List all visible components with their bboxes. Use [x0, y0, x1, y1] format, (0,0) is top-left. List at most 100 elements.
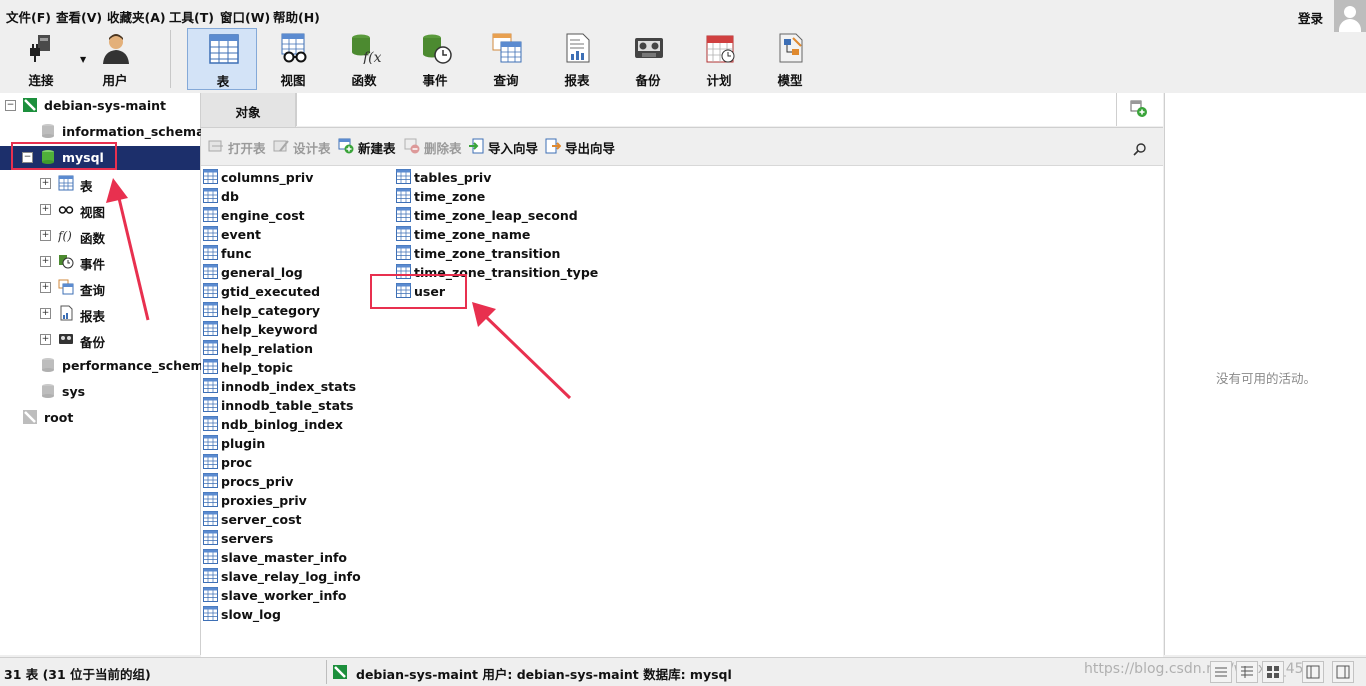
table-icon — [396, 226, 411, 241]
tree-db-information-schema[interactable]: information_schema — [0, 120, 205, 144]
table-icon — [203, 530, 218, 545]
user-label: 用户 — [102, 73, 128, 88]
tab-objects[interactable]: 对象 — [201, 93, 296, 127]
export-icon — [545, 138, 561, 154]
menu-window[interactable]: 窗口(W) — [220, 7, 270, 26]
event-clock-icon — [59, 255, 74, 269]
annotation-highlight-mysql — [11, 142, 117, 170]
connection-status: debian-sys-maint 用户: debian-sys-maint 数据… — [356, 667, 732, 682]
table-item-label: columns_priv — [221, 170, 314, 185]
database-gray-icon — [42, 124, 54, 138]
report-icon — [566, 33, 590, 63]
schedule-button[interactable]: 计划 — [684, 28, 754, 90]
database-gray-icon — [42, 384, 54, 398]
table-item-label: servers — [221, 531, 274, 546]
connect-button[interactable]: 连接 ▼ — [6, 28, 86, 90]
panel-left-icon — [1306, 665, 1320, 679]
table-icon — [203, 511, 218, 526]
plug-icon — [30, 35, 50, 62]
table-item-label: slave_master_info — [221, 550, 348, 565]
new-tab-button[interactable] — [1116, 93, 1163, 126]
report-button[interactable]: 报表 — [542, 28, 612, 90]
view-detail-button[interactable] — [1236, 661, 1258, 683]
model-button[interactable]: 模型 — [755, 28, 825, 90]
tree-item-functions[interactable]: + f() 函数 — [0, 224, 200, 248]
search-icon[interactable] — [1133, 142, 1147, 156]
table-icon — [396, 188, 411, 203]
expand-icon[interactable]: + — [40, 230, 51, 241]
no-activity-message: 没有可用的活动。 — [1215, 371, 1316, 386]
activity-panel: 没有可用的活动。 — [1164, 93, 1366, 655]
view-button[interactable]: 视图 — [258, 28, 328, 90]
tree-item-reports[interactable]: + 报表 — [0, 302, 200, 326]
table-item-label: help_keyword — [221, 322, 318, 337]
query-label: 查询 — [493, 73, 519, 88]
expand-icon[interactable]: + — [40, 308, 51, 319]
menu-file[interactable]: 文件(F) — [6, 7, 51, 26]
main-toolbar: 连接 ▼ 用户 表 视图 f(x 函数 事件 查询 报表 备份 计划 模型 — [0, 28, 1366, 92]
table-icon — [203, 302, 218, 317]
table-icon — [203, 169, 218, 184]
tree-label: performance_schema — [62, 358, 212, 373]
view-list-button[interactable] — [1210, 661, 1232, 683]
tree-label: 事件 — [80, 257, 106, 272]
delete-table-icon — [404, 138, 420, 154]
tree-item-queries[interactable]: + 查询 — [0, 276, 200, 300]
user-button[interactable]: 用户 — [80, 28, 150, 90]
table-item-label: ndb_binlog_index — [221, 417, 343, 432]
login-link[interactable]: 登录 — [1298, 8, 1323, 27]
tree-label: 报表 — [80, 309, 106, 324]
design-table-icon — [273, 140, 289, 152]
tree-item-events[interactable]: + 事件 — [0, 250, 200, 274]
view-glasses-icon — [281, 33, 307, 63]
tree-item-backups[interactable]: + 备份 — [0, 328, 200, 352]
tree-item-views[interactable]: + 视图 — [0, 198, 200, 222]
tree-item-tables[interactable]: + 表 — [0, 172, 200, 196]
table-button[interactable]: 表 — [187, 28, 257, 90]
function-button[interactable]: f(x) 函数 — [329, 28, 399, 90]
expand-icon[interactable]: + — [40, 204, 51, 215]
tree-db-sys[interactable]: sys — [0, 380, 200, 404]
collapse-icon[interactable]: − — [5, 100, 16, 111]
view-grid-button[interactable] — [1262, 661, 1284, 683]
table-icon — [203, 435, 218, 450]
menu-favorites[interactable]: 收藏夹(A) — [107, 7, 166, 26]
table-item-label: help_relation — [221, 341, 313, 356]
table-icon — [203, 568, 218, 583]
query-icon — [58, 279, 74, 295]
panel-right-icon — [1336, 665, 1350, 679]
expand-icon[interactable]: + — [40, 282, 51, 293]
expand-icon[interactable]: + — [40, 256, 51, 267]
expand-icon[interactable]: + — [40, 334, 51, 345]
table-icon — [58, 175, 74, 191]
design-table-label: 设计表 — [293, 141, 331, 156]
table-item-label: slave_relay_log_info — [221, 569, 361, 584]
query-button[interactable]: 查询 — [471, 28, 541, 90]
table-icon — [203, 226, 218, 241]
expand-icon[interactable]: + — [40, 178, 51, 189]
backup-tape-icon — [635, 38, 663, 58]
table-icon — [396, 169, 411, 184]
table-item-label: slow_log — [221, 607, 281, 622]
table-icon — [396, 207, 411, 222]
tree-connection-root[interactable]: root — [0, 406, 200, 430]
table-item-label: innodb_index_stats — [221, 379, 357, 394]
table-item-label: tables_priv — [414, 170, 492, 185]
toggle-info-button[interactable] — [1332, 661, 1354, 683]
toggle-sidebar-button[interactable] — [1302, 661, 1324, 683]
tab-strip: 对象 — [201, 93, 1163, 128]
object-toolbar: 打开表 设计表 新建表 删除表 导入向导 导出向导 — [201, 128, 1163, 164]
table-item-label: time_zone_leap_second — [414, 208, 578, 223]
table-icon — [203, 340, 218, 355]
tab-strip-empty — [296, 93, 1117, 126]
table-item-label: plugin — [221, 436, 266, 451]
menu-tools[interactable]: 工具(T) — [169, 7, 214, 26]
menu-view[interactable]: 查看(V) — [56, 7, 102, 26]
table-icon — [203, 454, 218, 469]
backup-button[interactable]: 备份 — [613, 28, 683, 90]
table-icon — [203, 397, 218, 412]
tree-db-performance-schema[interactable]: performance_schema — [0, 354, 212, 378]
event-button[interactable]: 事件 — [400, 28, 470, 90]
tree-connection-debian[interactable]: − debian-sys-maint — [0, 94, 200, 118]
menu-help[interactable]: 帮助(H) — [273, 7, 320, 26]
